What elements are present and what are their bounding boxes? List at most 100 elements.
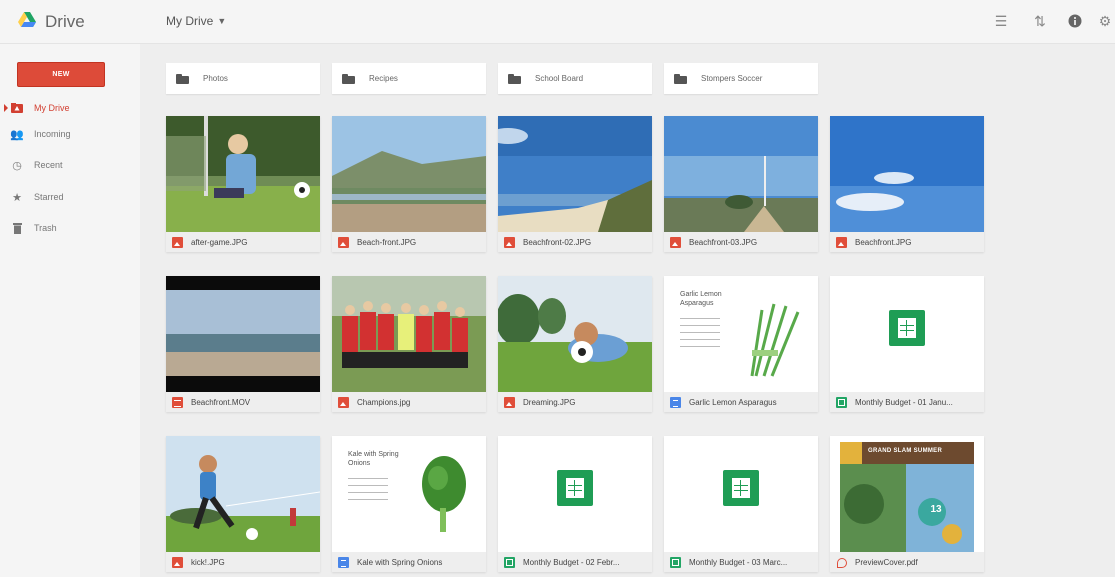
breadcrumb[interactable]: My Drive ▼ [166,14,226,28]
file-tile[interactable]: Garlic Lemon Asparagus Garlic Lemon Aspa… [664,276,818,412]
photo-thumbnail [166,436,320,552]
active-indicator [4,104,8,112]
file-name: Monthly Budget - 03 Marc... [689,557,788,567]
sidebar-item-label: Recent [34,160,63,170]
doc-file-icon [338,556,349,568]
sheet-preview [830,276,984,392]
spreadsheet-icon [889,310,925,346]
file-name: Dreaming.JPG [523,397,576,407]
folder-icon [176,73,189,84]
photo-thumbnail [332,276,486,392]
sidebar-item-trash[interactable]: Trash [10,220,57,236]
folder-stompers-soccer[interactable]: Stompers Soccer [664,63,818,94]
folder-label: School Board [535,74,584,83]
chevron-down-icon: ▼ [217,16,227,26]
photo-thumbnail [498,276,652,392]
sidebar-item-label: Trash [34,223,57,233]
file-name: Beachfront-02.JPG [523,237,592,247]
file-name: after-game.JPG [191,237,248,247]
pdf-preview: GRAND SLAM SUMMER 13 [830,436,984,552]
list-view-icon[interactable]: ☰ [992,12,1010,30]
file-name: Beachfront.JPG [855,237,912,247]
image-file-icon [504,236,515,248]
file-tile[interactable]: Beachfront.JPG [830,116,984,252]
photo-thumbnail [664,116,818,232]
file-tile[interactable]: Dreaming.JPG [498,276,652,412]
image-file-icon [836,236,847,248]
clock-icon: ◷ [12,159,22,172]
sheet-file-icon [504,556,515,568]
file-tile[interactable]: Monthly Budget - 03 Marc... [664,436,818,572]
badge-icon [840,442,862,464]
folder-label: Photos [203,74,228,83]
top-bar: Drive My Drive ▼ ☰ ⇅ ⚙ [0,0,1115,44]
image-file-icon [338,396,349,408]
preview-title: Kale with Spring Onions [348,451,399,467]
folder-recipes[interactable]: Recipes [332,63,486,94]
file-tile[interactable]: Kale with Spring Onions Kale with Spring… [332,436,486,572]
file-tile[interactable]: Champions.jpg [332,276,486,412]
file-name: kick!.JPG [191,557,225,567]
image-file-icon [172,236,183,248]
sidebar-item-recent[interactable]: ◷ Recent [10,157,63,173]
pdf-cover-photo [840,464,974,552]
star-icon: ★ [12,191,22,204]
sidebar-item-label: My Drive [34,103,70,113]
app-title[interactable]: Drive [45,12,85,32]
trash-icon [10,221,24,235]
image-file-icon [338,236,349,248]
file-tile[interactable]: GRAND SLAM SUMMER 13 PreviewCover.pdf [830,436,984,572]
sheet-preview [664,436,818,552]
file-name: Monthly Budget - 01 Janu... [855,397,953,407]
file-name: Beachfront-03.JPG [689,237,758,247]
folder-icon [508,73,521,84]
doc-preview: Kale with Spring Onions [332,436,486,552]
pdf-cover-number: 13 [930,504,942,515]
doc-file-icon [670,396,681,408]
new-button[interactable]: NEW [17,62,105,87]
asparagus-illustration [750,303,800,377]
file-tile[interactable]: Monthly Budget - 01 Janu... [830,276,984,412]
file-grid-area: Photos Recipes School Board Stompers Soc… [140,44,1115,577]
info-icon[interactable] [1066,12,1084,30]
file-tile[interactable]: after-game.JPG [166,116,320,252]
image-file-icon [670,236,681,248]
folder-icon [674,73,687,84]
preview-title: Garlic Lemon Asparagus [680,291,722,307]
image-file-icon [172,556,183,568]
folder-label: Stompers Soccer [701,74,763,83]
drive-logo-icon[interactable] [18,12,36,28]
video-file-icon [172,396,183,408]
video-thumbnail [166,276,320,392]
folder-photos[interactable]: Photos [166,63,320,94]
file-name: Beachfront.MOV [191,397,251,407]
settings-gear-icon[interactable]: ⚙ [1096,12,1114,30]
folder-label: Recipes [369,74,398,83]
file-tile[interactable]: Monthly Budget - 02 Febr... [498,436,652,572]
pdf-file-icon [836,557,847,568]
photo-thumbnail [498,116,652,232]
sidebar: NEW My Drive 👥 Incoming ◷ Recent ★ Starr… [0,44,140,577]
file-tile[interactable]: Beach-front.JPG [332,116,486,252]
pdf-banner-text: GRAND SLAM SUMMER [868,448,943,454]
photo-thumbnail [332,116,486,232]
preview-lines [680,318,720,353]
sidebar-item-incoming[interactable]: 👥 Incoming [10,126,70,142]
file-name: Champions.jpg [357,397,411,407]
sort-icon[interactable]: ⇅ [1031,12,1049,30]
breadcrumb-label: My Drive [166,14,214,28]
sidebar-item-starred[interactable]: ★ Starred [10,189,63,205]
spreadsheet-icon [723,470,759,506]
file-tile[interactable]: Beachfront-03.JPG [664,116,818,252]
sidebar-item-my-drive[interactable]: My Drive [10,100,70,116]
image-file-icon [504,396,515,408]
file-tile[interactable]: kick!.JPG [166,436,320,572]
sheet-file-icon [836,396,847,408]
file-tile[interactable]: Beachfront-02.JPG [498,116,652,252]
folder-school-board[interactable]: School Board [498,63,652,94]
photo-thumbnail [166,116,320,232]
file-tile[interactable]: Beachfront.MOV [166,276,320,412]
preview-lines [348,478,388,506]
people-icon: 👥 [10,128,24,141]
file-name: Monthly Budget - 02 Febr... [523,557,620,567]
